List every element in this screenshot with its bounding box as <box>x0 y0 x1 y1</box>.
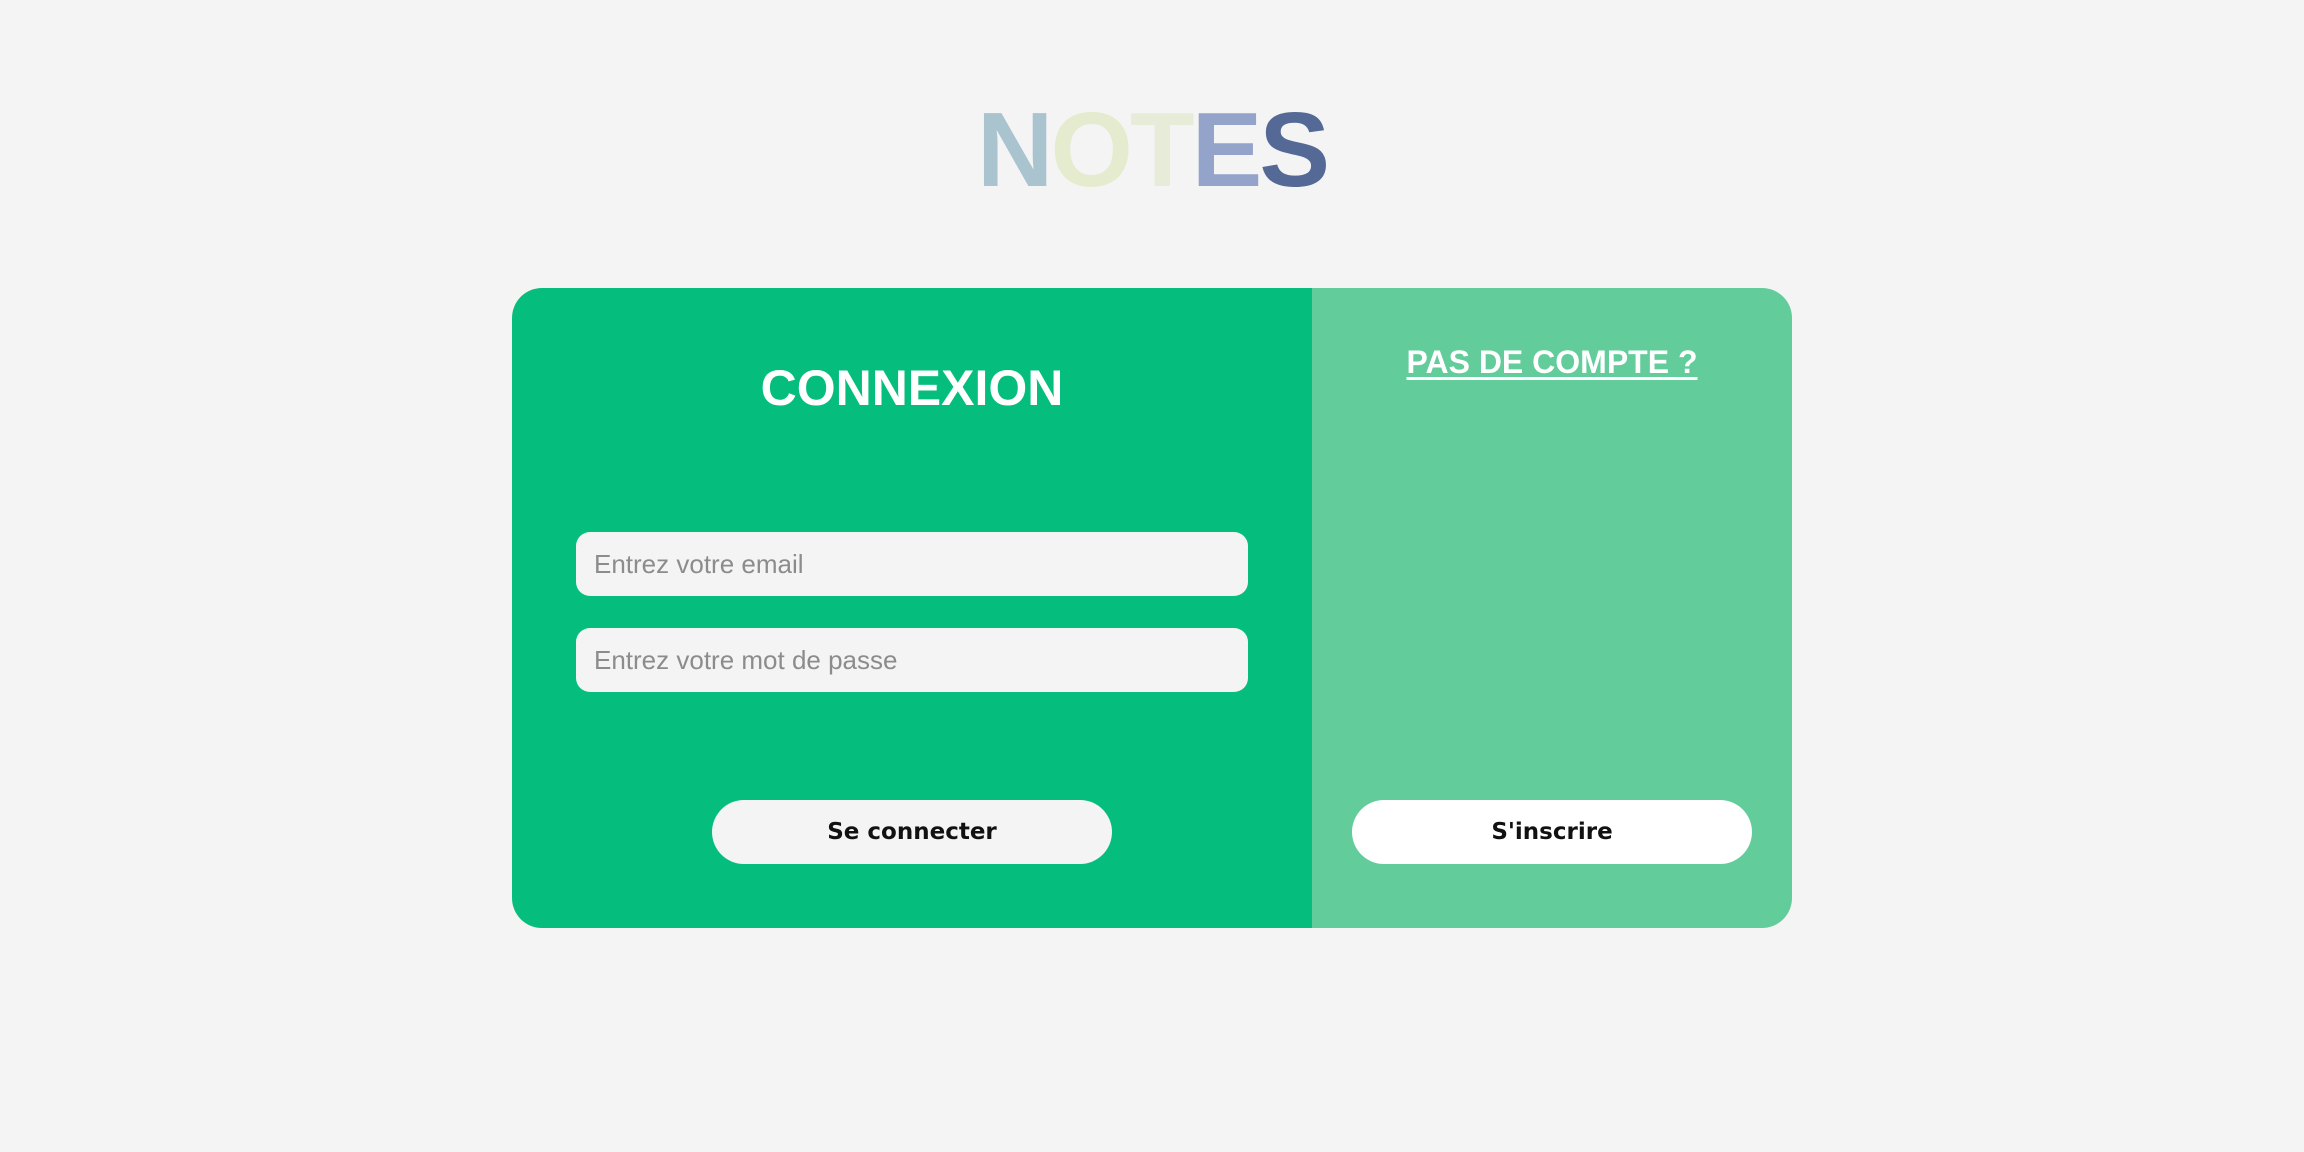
logo-letter-t: T <box>1129 91 1195 209</box>
login-title: CONNEXION <box>760 360 1064 416</box>
password-input[interactable] <box>576 628 1248 692</box>
email-input[interactable] <box>576 532 1248 596</box>
logo-letter-o: O <box>1050 91 1132 209</box>
login-button[interactable]: Se connecter <box>712 800 1112 864</box>
auth-card: CONNEXION Se connecter PAS DE COMPTE ? S… <box>512 288 1792 928</box>
logo-letter-s: S <box>1259 91 1330 209</box>
app-logo: NOTES <box>0 95 2304 205</box>
signup-button[interactable]: S'inscrire <box>1352 800 1752 864</box>
no-account-link[interactable]: PAS DE COMPTE ? <box>1312 342 1792 382</box>
logo-letter-n: N <box>976 91 1054 209</box>
signup-panel: PAS DE COMPTE ? S'inscrire <box>1312 288 1792 928</box>
login-panel: CONNEXION Se connecter <box>512 288 1312 928</box>
logo-letter-e: E <box>1191 91 1263 209</box>
